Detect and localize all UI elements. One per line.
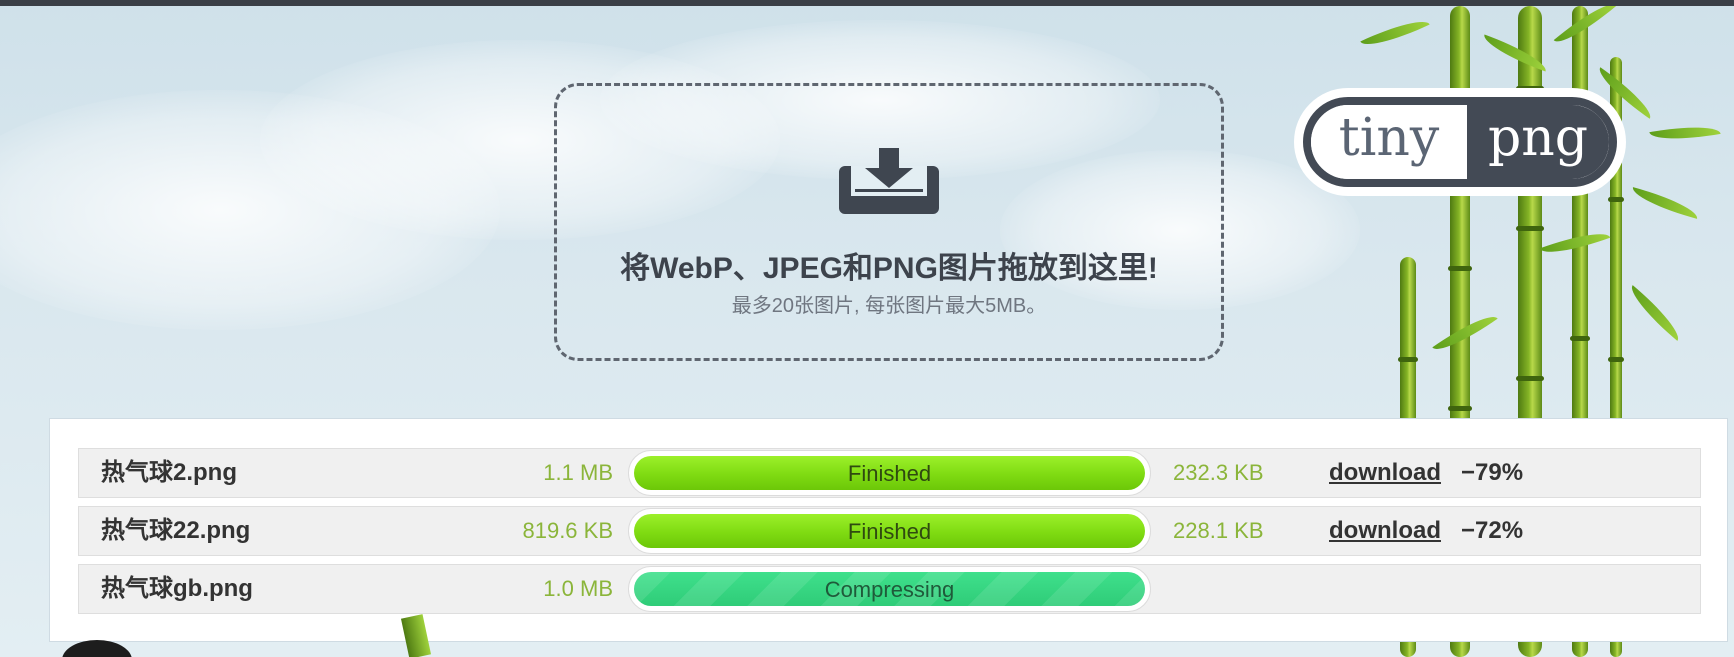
file-name: 热气球gb.png (101, 575, 253, 602)
file-name: 热气球22.png (101, 517, 251, 544)
status-label: Finished (847, 519, 932, 544)
compressed-size: 232.3 KB (1173, 460, 1264, 485)
download-link[interactable]: download (1329, 507, 1441, 555)
download-link[interactable]: download (1329, 449, 1441, 497)
status-label: Compressing (824, 577, 955, 602)
saving-percent: −72% (1461, 517, 1524, 544)
progress-bar: Compressing (628, 566, 1151, 612)
results-panel: 热气球2.png 1.1 MB Finished 232.3 KB downlo… (49, 418, 1728, 642)
dropzone-subtitle: 最多20张图片, 每张图片最大5MB。 (731, 295, 1047, 317)
file-row: 热气球gb.png 1.0 MB Compressing (78, 564, 1701, 614)
tinypng-logo[interactable]: tiny png (1296, 90, 1624, 194)
download-tray-icon (839, 148, 939, 214)
status-label: Finished (847, 461, 932, 486)
progress-bar: Finished (628, 508, 1151, 554)
original-size: 1.1 MB (543, 460, 613, 485)
logo-png-text: png (1467, 105, 1609, 179)
logo-tiny-text: tiny (1311, 105, 1467, 179)
original-size: 1.0 MB (543, 576, 613, 601)
dropzone-title: 将WebP、JPEG和PNG图片拖放到这里! (620, 252, 1158, 285)
file-row: 热气球22.png 819.6 KB Finished 228.1 KB dow… (78, 506, 1701, 556)
file-name: 热气球2.png (101, 459, 237, 486)
progress-bar: Finished (628, 450, 1151, 496)
saving-percent: −79% (1461, 459, 1524, 486)
original-size: 819.6 KB (522, 518, 613, 543)
file-row: 热气球2.png 1.1 MB Finished 232.3 KB downlo… (78, 448, 1701, 498)
hair-decoration (62, 640, 132, 657)
upload-dropzone[interactable]: 将WebP、JPEG和PNG图片拖放到这里! 最多20张图片, 每张图片最大5M… (554, 83, 1224, 361)
compressed-size: 228.1 KB (1173, 518, 1264, 543)
